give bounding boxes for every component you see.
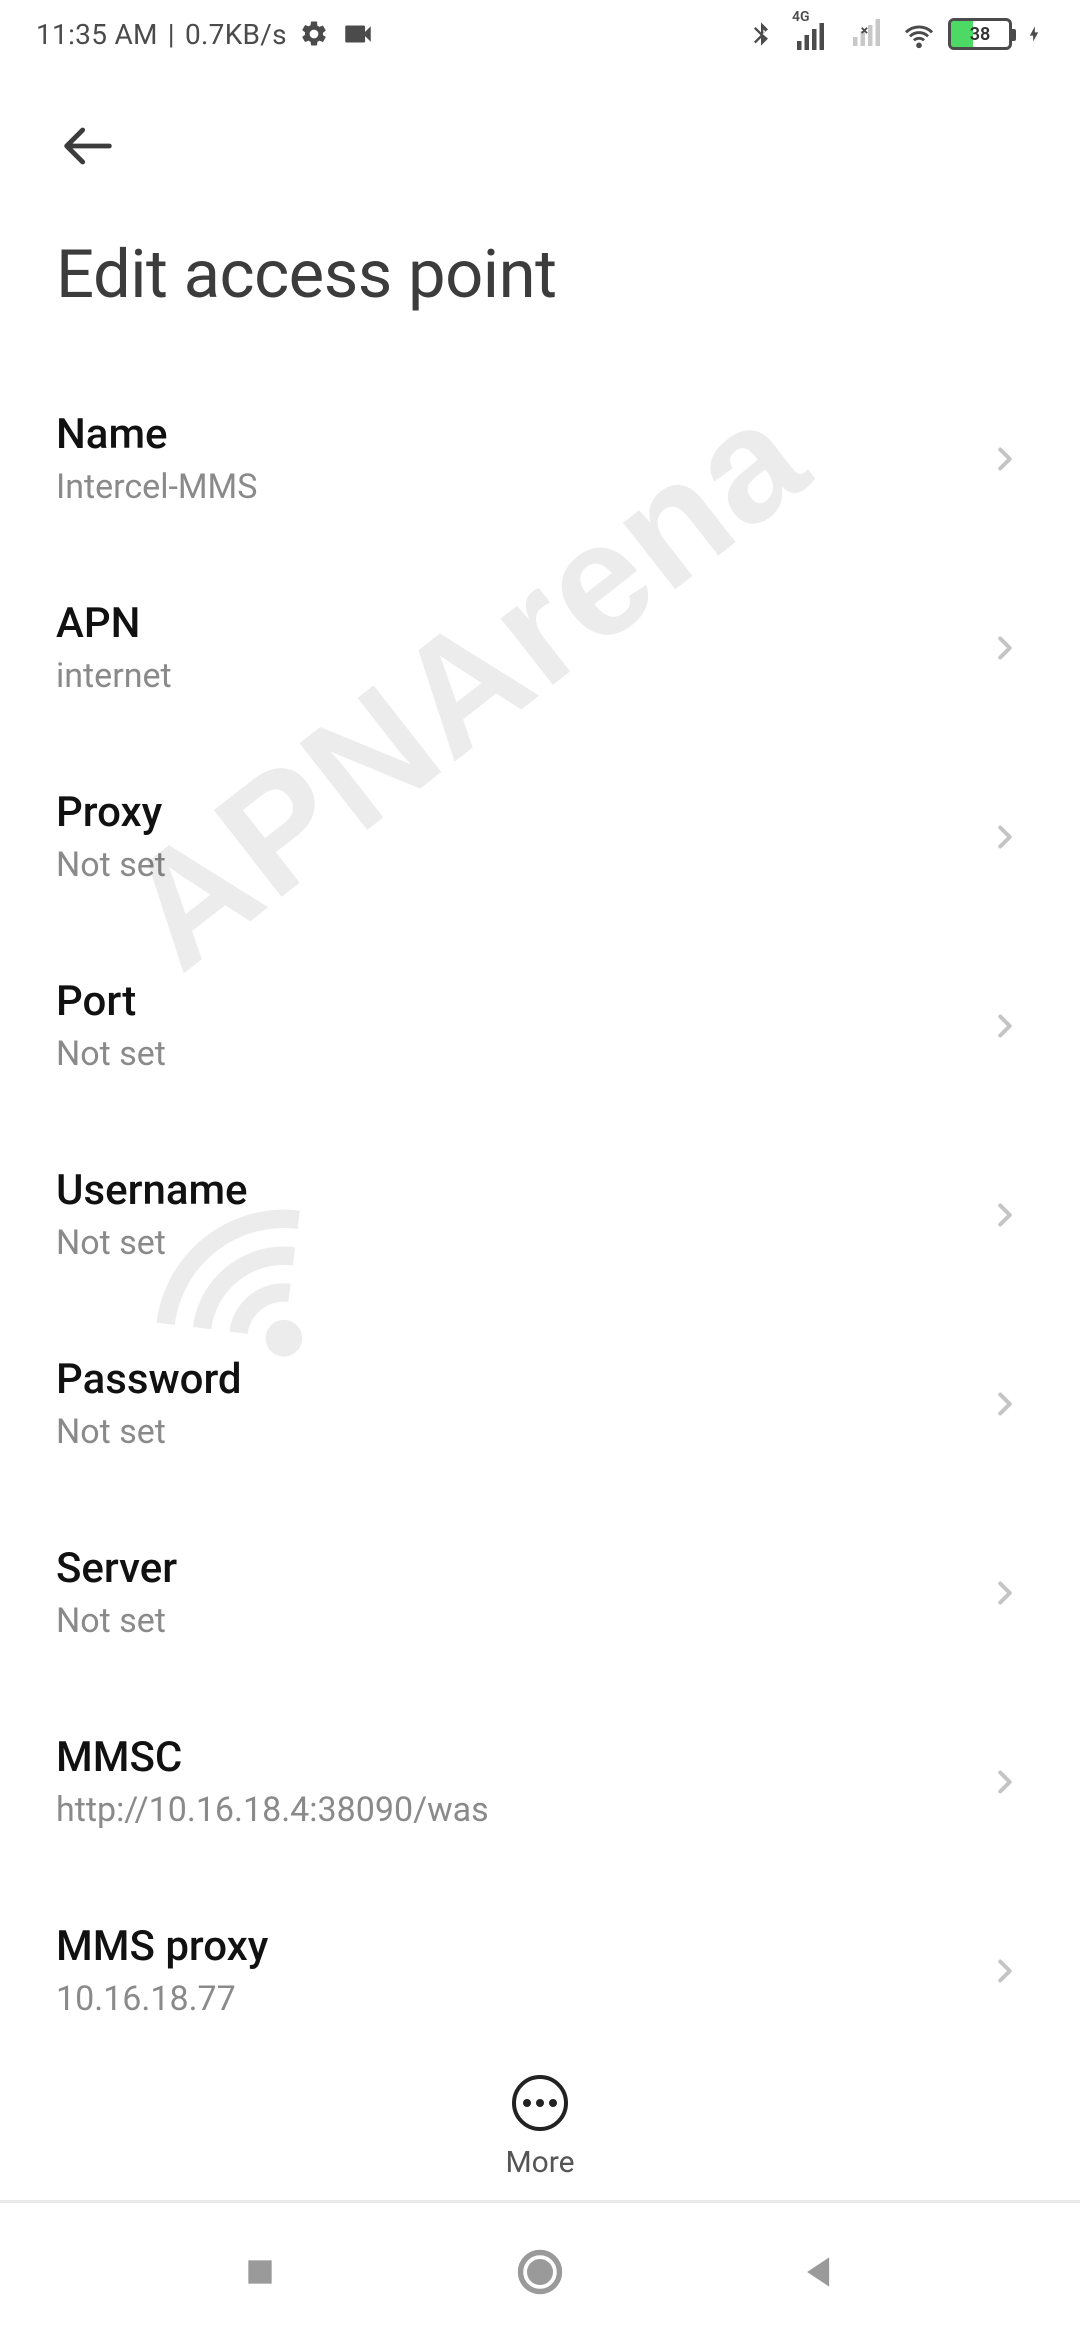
chevron-right-icon [986,1952,1024,1990]
chevron-right-icon [986,1385,1024,1423]
setting-value: 10.16.18.77 [56,1979,268,2019]
status-time: 11:35 AM [36,18,158,51]
setting-value: Not set [56,1034,166,1074]
setting-label: Port [56,977,166,1026]
signal-no-sim-icon [846,17,890,51]
nav-recent-button[interactable] [230,2242,290,2302]
setting-server[interactable]: Server Not set [56,1498,1024,1687]
setting-label: MMSC [56,1733,489,1782]
chevron-right-icon [986,1007,1024,1045]
bluetooth-icon [744,17,778,51]
setting-label: APN [56,599,172,648]
setting-label: Password [56,1355,242,1404]
chevron-right-icon [986,1574,1024,1612]
setting-value: http://10.16.18.4:38090/was [56,1790,489,1830]
setting-username[interactable]: Username Not set [56,1120,1024,1309]
setting-mmsc[interactable]: MMSC http://10.16.18.4:38090/was [56,1687,1024,1876]
setting-password[interactable]: Password Not set [56,1309,1024,1498]
setting-value: internet [56,656,172,696]
battery-icon: 38 [948,18,1012,50]
arrow-left-icon [56,114,120,178]
status-bar: 11:35 AM | 0.7KB/s 4G 38 [0,0,1080,68]
chevron-right-icon [986,629,1024,667]
setting-label: MMS proxy [56,1922,268,1971]
signal-4g-icon: 4G [790,17,834,51]
setting-label: Username [56,1166,248,1215]
status-netspeed: 0.7KB/s [185,18,287,51]
setting-apn[interactable]: APN internet [56,553,1024,742]
setting-label: Proxy [56,788,166,837]
more-button[interactable]: More [0,2075,1080,2180]
chevron-right-icon [986,1196,1024,1234]
setting-value: Not set [56,1412,242,1452]
nav-back-button[interactable] [790,2242,850,2302]
page-title: Edit access point [56,186,1024,354]
charging-icon [1024,17,1044,51]
setting-name[interactable]: Name Intercel-MMS [56,364,1024,553]
setting-proxy[interactable]: Proxy Not set [56,742,1024,931]
chevron-right-icon [986,1763,1024,1801]
setting-value: Not set [56,1223,248,1263]
more-label: More [505,2145,574,2180]
chevron-right-icon [986,818,1024,856]
chevron-right-icon [986,440,1024,478]
setting-port[interactable]: Port Not set [56,931,1024,1120]
more-icon [512,2075,568,2131]
nav-home-button[interactable] [510,2242,570,2302]
setting-value: Not set [56,1601,177,1641]
setting-label: Server [56,1544,177,1593]
status-sep: | [168,18,175,51]
gear-icon [297,17,331,51]
settings-list: Name Intercel-MMS APN internet Proxy Not… [0,364,1080,2038]
camera-icon [341,17,375,51]
setting-mms-proxy[interactable]: MMS proxy 10.16.18.77 [56,1876,1024,2038]
setting-value: Not set [56,845,166,885]
wifi-icon [902,17,936,51]
system-nav-bar [0,2200,1080,2340]
setting-label: Name [56,410,257,459]
setting-value: Intercel-MMS [56,467,257,507]
back-button[interactable] [56,106,136,186]
